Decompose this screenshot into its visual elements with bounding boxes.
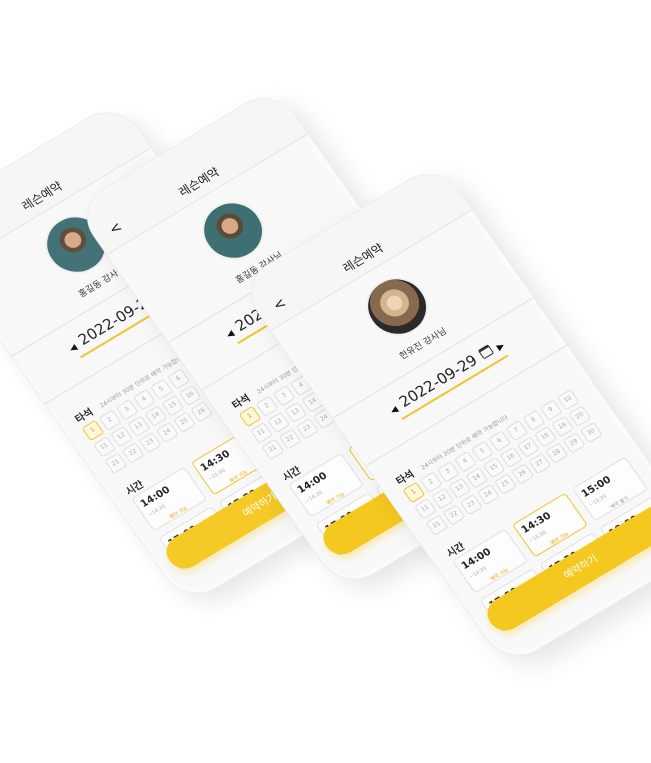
seat-button[interactable]: 23: [138, 432, 162, 454]
seat-button[interactable]: 14: [144, 405, 168, 427]
seat-button[interactable]: 14: [465, 467, 489, 489]
seat-button[interactable]: 5: [471, 440, 495, 462]
seat-button[interactable]: 11: [93, 436, 116, 458]
seat-button[interactable]: 23: [459, 494, 483, 516]
seat-button[interactable]: 1: [402, 481, 426, 504]
seat-button[interactable]: 26: [190, 401, 214, 423]
seat-button[interactable]: 20: [568, 405, 592, 427]
mockup-stage: < 레슨예약 홍길동 강사님 ◀2022-09-29▶ 타석 24시부터 30분…: [0, 0, 651, 763]
seat-button[interactable]: 22: [278, 428, 302, 450]
seat-button[interactable]: 12: [110, 425, 134, 448]
seat-button[interactable]: 24: [476, 483, 500, 506]
seat-button[interactable]: 3: [436, 461, 460, 483]
seat-button[interactable]: 2: [419, 471, 443, 493]
seat-button[interactable]: 21: [104, 452, 128, 474]
seat-button[interactable]: 2: [255, 395, 279, 417]
seat-button[interactable]: 25: [494, 473, 518, 495]
seat-button[interactable]: 13: [448, 477, 472, 499]
seat-button[interactable]: 16: [499, 446, 523, 469]
seat-button[interactable]: 9: [539, 399, 563, 421]
slot-time: 15:00 ~15:30: [579, 474, 614, 509]
seat-button[interactable]: 13: [127, 415, 151, 437]
seat-button[interactable]: 16: [178, 384, 202, 407]
calendar-icon[interactable]: [477, 344, 494, 360]
seat-button[interactable]: 28: [545, 442, 569, 464]
slot-time: 14:00 ~14:30: [138, 484, 173, 519]
slot-time: 14:30 ~15:00: [519, 510, 554, 545]
seat-button[interactable]: 3: [272, 385, 296, 407]
seat-button[interactable]: 18: [534, 426, 557, 448]
seat-button[interactable]: 27: [528, 452, 552, 475]
seat-button[interactable]: 4: [132, 388, 156, 411]
seat-button[interactable]: 29: [562, 432, 586, 454]
seat-button[interactable]: 8: [522, 409, 546, 432]
seat-button[interactable]: 24: [155, 421, 179, 444]
triangle-right-icon[interactable]: ▶: [495, 341, 507, 353]
seat-button[interactable]: 1: [238, 405, 262, 428]
seat-button[interactable]: 17: [516, 436, 540, 458]
seat-button[interactable]: 11: [250, 422, 273, 444]
seat-button[interactable]: 6: [488, 430, 512, 452]
seat-button[interactable]: 26: [511, 463, 535, 485]
selected-date[interactable]: 2022-09-29: [396, 351, 481, 411]
seat-button[interactable]: 6: [167, 368, 191, 390]
seat-button[interactable]: 15: [482, 456, 506, 479]
seat-button[interactable]: 22: [442, 504, 466, 526]
seat-button[interactable]: 2: [98, 409, 122, 431]
slot-time: 14:00 ~14:30: [459, 546, 494, 581]
seat-button[interactable]: 22: [121, 442, 145, 464]
seat-button[interactable]: 21: [425, 514, 449, 536]
seat-button[interactable]: 12: [267, 411, 291, 434]
seat-button[interactable]: 5: [150, 378, 174, 400]
seat-button[interactable]: 11: [414, 498, 437, 520]
seat-button[interactable]: 21: [261, 438, 285, 460]
seat-button[interactable]: 23: [295, 418, 319, 440]
triangle-left-icon[interactable]: ◀: [225, 329, 237, 341]
seat-button[interactable]: 10: [556, 389, 580, 411]
slot-time: 14:00 ~14:30: [295, 470, 330, 505]
triangle-left-icon[interactable]: ◀: [389, 405, 401, 417]
seat-button[interactable]: 19: [551, 415, 575, 438]
seat-button[interactable]: 7: [505, 419, 529, 442]
seat-button[interactable]: 13: [284, 401, 308, 423]
seat-button[interactable]: 4: [453, 450, 477, 473]
seat-button[interactable]: 1: [81, 419, 105, 442]
seat-button[interactable]: 25: [173, 411, 197, 433]
triangle-left-icon[interactable]: ◀: [68, 343, 80, 355]
seat-button[interactable]: 3: [115, 399, 139, 421]
seat-button[interactable]: 12: [431, 487, 455, 510]
seat-button[interactable]: 30: [579, 421, 603, 444]
seat-button[interactable]: 15: [161, 394, 185, 417]
